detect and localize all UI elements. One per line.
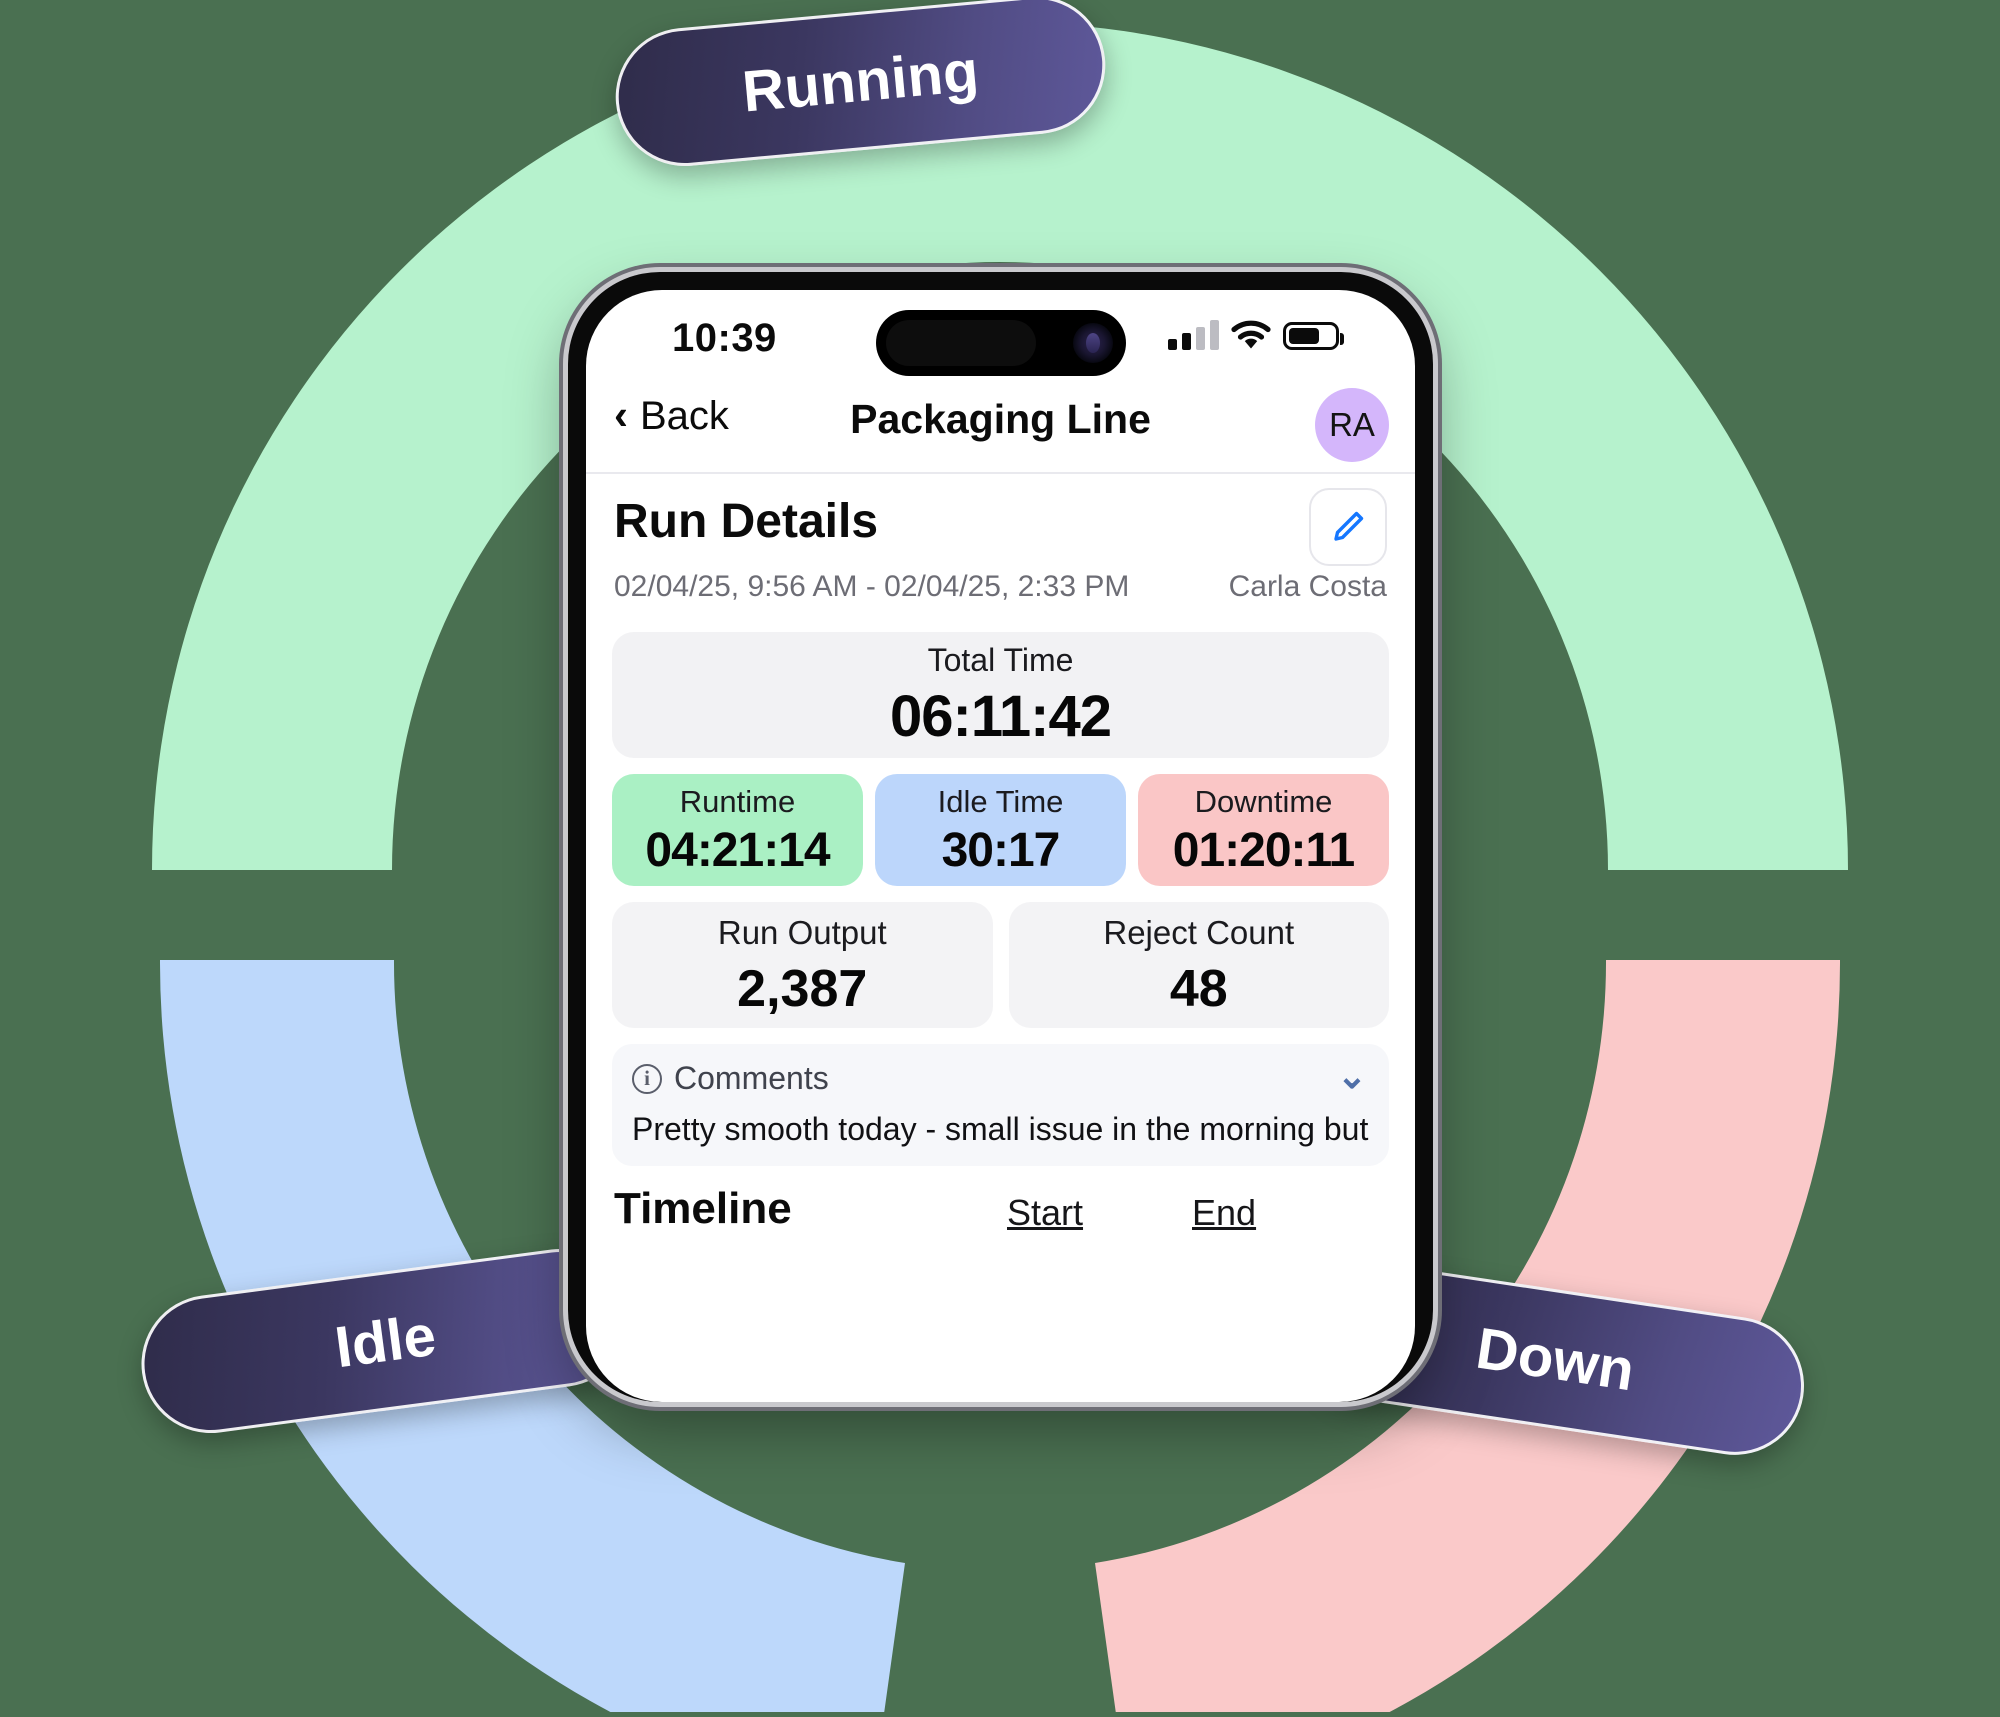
metric-cards-row: Runtime 04:21:14 Idle Time 30:17 Downtim… — [612, 774, 1389, 886]
run-details-header: Run Details — [612, 474, 1389, 570]
timeline-end-label[interactable]: End — [1192, 1192, 1256, 1234]
run-output-card[interactable]: Run Output 2,387 — [612, 902, 993, 1028]
page-header-title: Packaging Line — [850, 396, 1151, 442]
comments-header: i Comments — [632, 1060, 1369, 1097]
runtime-label: Runtime — [679, 783, 796, 819]
total-time-value: 06:11:42 — [890, 684, 1112, 749]
back-button[interactable]: ‹ Back — [614, 394, 729, 439]
front-camera-icon — [1072, 323, 1113, 363]
avatar-initials: RA — [1329, 406, 1375, 443]
idle-time-label: Idle Time — [937, 783, 1064, 819]
run-details-content: Run Details 02/04/25, 9:56 AM - 02/04/25… — [586, 474, 1415, 1254]
avatar[interactable]: RA — [1315, 388, 1389, 462]
run-time-range: 02/04/25, 9:56 AM - 02/04/25, 2:33 PM — [614, 570, 1130, 603]
pencil-icon — [1334, 511, 1364, 541]
downtime-card[interactable]: Downtime 01:20:11 — [1138, 774, 1389, 886]
island-pill — [885, 320, 1036, 366]
downtime-label: Downtime — [1194, 783, 1333, 819]
chevron-left-icon: ‹ — [614, 391, 628, 438]
reject-count-value: 48 — [1169, 959, 1228, 1018]
cellular-signal-icon — [1168, 320, 1219, 350]
count-cards-row: Run Output 2,387 Reject Count 48 — [612, 902, 1389, 1028]
dynamic-island — [875, 310, 1126, 376]
status-bar-icons — [1168, 320, 1344, 350]
reject-count-card[interactable]: Reject Count 48 — [1008, 902, 1389, 1028]
page-title: Run Details — [614, 495, 879, 548]
run-meta-row: 02/04/25, 9:56 AM - 02/04/25, 2:33 PM Ca… — [612, 570, 1389, 626]
timeline-title: Timeline — [614, 1184, 792, 1233]
run-output-label: Run Output — [717, 913, 887, 951]
wifi-icon — [1231, 320, 1271, 349]
run-operator-name: Carla Costa — [1228, 570, 1387, 603]
status-pill-idle-label: Idle — [331, 1302, 440, 1380]
total-time-card[interactable]: Total Time 06:11:42 — [612, 632, 1389, 758]
status-pill-idle[interactable]: Idle — [133, 1240, 638, 1442]
comments-panel[interactable]: i Comments ⌄ Pretty smooth today - small… — [612, 1044, 1389, 1166]
runtime-card[interactable]: Runtime 04:21:14 — [612, 774, 863, 886]
idle-time-value: 30:17 — [941, 823, 1061, 877]
reject-count-label: Reject Count — [1103, 913, 1295, 951]
status-pill-down-label: Down — [1472, 1315, 1639, 1403]
timeline-start-label[interactable]: Start — [1007, 1192, 1083, 1234]
ios-status-bar: 10:39 — [586, 290, 1415, 386]
comments-text: Pretty smooth today - small issue in the… — [632, 1111, 1369, 1147]
chevron-down-icon[interactable]: ⌄ — [1337, 1058, 1367, 1094]
timeline-section-header: Timeline Start End — [612, 1184, 1389, 1254]
status-pill-running-label: Running — [739, 37, 982, 125]
downtime-value: 01:20:11 — [1172, 823, 1355, 877]
info-circle-icon: i — [632, 1063, 662, 1094]
comments-title: Comments — [674, 1060, 829, 1096]
idle-time-card[interactable]: Idle Time 30:17 — [875, 774, 1126, 886]
phone-mockup: 10:39 ‹ Back Packaging Line RA Run Detai… — [568, 272, 1433, 1402]
run-output-value: 2,387 — [737, 959, 868, 1018]
back-button-label: Back — [640, 394, 729, 438]
status-bar-clock: 10:39 — [672, 316, 777, 360]
battery-icon — [1283, 322, 1344, 350]
status-pill-running[interactable]: Running — [609, 0, 1112, 172]
edit-button[interactable] — [1309, 488, 1387, 566]
app-nav-bar: ‹ Back Packaging Line RA — [586, 386, 1415, 474]
runtime-value: 04:21:14 — [645, 823, 830, 877]
phone-screen: 10:39 ‹ Back Packaging Line RA Run Detai… — [586, 290, 1415, 1402]
total-time-label: Total Time — [927, 642, 1074, 678]
